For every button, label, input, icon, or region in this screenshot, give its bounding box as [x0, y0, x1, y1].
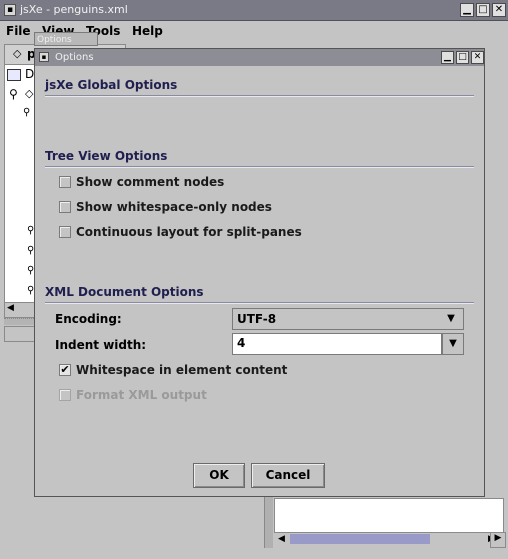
- lower-panel-header: [4, 326, 36, 342]
- checkbox-label: Format XML output: [76, 388, 207, 402]
- format-xml-output-checkbox: Format XML output: [59, 388, 359, 406]
- xml-document-options-separator: [45, 302, 474, 304]
- tree-element-icon: ⚲: [23, 107, 31, 118]
- window-menu-icon[interactable]: ▪: [4, 4, 16, 16]
- tree-view-options-separator: [45, 166, 474, 168]
- show-whitespace-nodes-checkbox[interactable]: Show whitespace-only nodes: [59, 200, 359, 218]
- main-window-title: jsXe - penguins.xml: [20, 3, 128, 16]
- tab-diamond-icon: ◇: [13, 47, 22, 60]
- tree-panel[interactable]: D ⚲ ◇ ⚲ ⚲ ⚲ ⚲ ⚲: [4, 64, 36, 316]
- tree-horizontal-scrollbar[interactable]: ◀: [4, 302, 36, 318]
- document-icon: [7, 69, 21, 81]
- checkbox-box[interactable]: [59, 226, 71, 238]
- continuous-layout-checkbox[interactable]: Continuous layout for split-panes: [59, 225, 359, 243]
- global-options-separator: [45, 95, 474, 97]
- maximize-button[interactable]: □: [476, 3, 490, 17]
- scrollbar-thumb[interactable]: [290, 534, 430, 544]
- vertical-split-divider[interactable]: [264, 496, 273, 548]
- dialog-minimize-button[interactable]: ▁: [441, 51, 454, 64]
- dialog-titlebar[interactable]: ▪ Options ▁ □ ✕: [35, 49, 484, 66]
- split-handle[interactable]: [4, 318, 34, 325]
- encoding-label: Encoding:: [55, 312, 122, 326]
- dialog-close-button[interactable]: ✕: [471, 51, 484, 64]
- checkbox-label: Show whitespace-only nodes: [76, 200, 272, 214]
- tree-node-icon: ⚲: [9, 87, 18, 101]
- show-comment-nodes-checkbox[interactable]: Show comment nodes: [59, 175, 359, 193]
- dialog-title: Options: [55, 52, 94, 63]
- checkbox-box: [59, 389, 71, 401]
- attribute-panel[interactable]: [274, 498, 504, 534]
- options-dialog: [34, 48, 485, 497]
- dialog-menu-icon[interactable]: ▪: [39, 52, 49, 62]
- scroll-left-arrow-icon[interactable]: ◀: [278, 534, 285, 544]
- checkbox-box[interactable]: [59, 176, 71, 188]
- chevron-down-icon[interactable]: ▼: [442, 333, 464, 355]
- encoding-select[interactable]: UTF-8 ▼: [232, 308, 464, 330]
- checkbox-label: Show comment nodes: [76, 175, 225, 189]
- cancel-button[interactable]: Cancel: [251, 463, 325, 488]
- chevron-down-icon[interactable]: ▼: [441, 309, 461, 329]
- ok-button[interactable]: OK: [193, 463, 245, 488]
- checkbox-label: Continuous layout for split-panes: [76, 225, 302, 239]
- whitespace-in-element-checkbox[interactable]: ✔ Whitespace in element content: [59, 363, 359, 381]
- indent-width-input[interactable]: 4: [232, 333, 442, 355]
- dialog-maximize-button[interactable]: □: [456, 51, 469, 64]
- ghost-dialog-title: Options: [34, 32, 98, 46]
- xml-document-options-title: XML Document Options: [45, 285, 204, 299]
- indent-width-label: Indent width:: [55, 338, 147, 352]
- checkmark-icon[interactable]: ✔: [59, 364, 71, 376]
- checkbox-label: Whitespace in element content: [76, 363, 288, 377]
- indent-width-combo[interactable]: 4 ▼: [232, 333, 464, 355]
- tree-view-options-title: Tree View Options: [45, 149, 168, 163]
- close-button[interactable]: ✕: [492, 3, 506, 17]
- menu-file[interactable]: File: [6, 20, 31, 42]
- menu-help[interactable]: Help: [132, 20, 163, 42]
- tree-root-label: D: [25, 67, 35, 81]
- tree-element-icon: ◇: [25, 87, 34, 100]
- global-options-title: jsXe Global Options: [45, 78, 178, 92]
- encoding-value: UTF-8: [237, 312, 277, 326]
- scroll-left-arrow-icon[interactable]: ◀: [7, 303, 14, 313]
- minimize-button[interactable]: ▁: [460, 3, 474, 17]
- main-titlebar[interactable]: ▪ jsXe - penguins.xml ▁ □ ✕: [0, 0, 508, 21]
- scroll-right-arrow-icon[interactable]: ▶: [490, 532, 506, 548]
- checkbox-box[interactable]: [59, 201, 71, 213]
